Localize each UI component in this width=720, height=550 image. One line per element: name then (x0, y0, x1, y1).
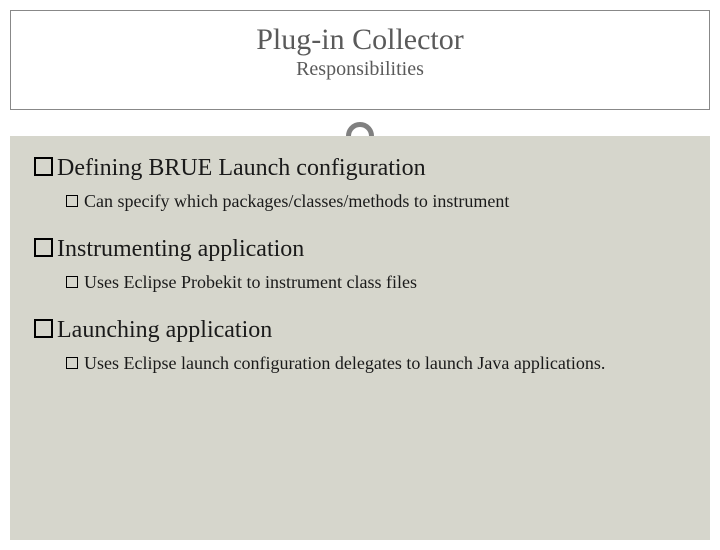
bullet-heading-text: Defining BRUE Launch configuration (57, 155, 426, 181)
bullet-sub-text: Uses Eclipse launch configuration delega… (84, 353, 605, 373)
slide-body: Defining BRUE Launch configuration Can s… (10, 136, 710, 540)
bullet-heading-text: Launching application (57, 317, 272, 343)
bullet-sub: Uses Eclipse launch configuration delega… (66, 351, 686, 375)
slide: Plug-in Collector Responsibilities Defin… (0, 10, 720, 550)
bullet-heading-text: Instrumenting application (57, 236, 304, 262)
bullet-sub-text: Uses Eclipse Probekit to instrument clas… (84, 272, 417, 292)
slide-title: Plug-in Collector (11, 23, 709, 56)
bullet-heading: Launching application (34, 316, 686, 345)
slide-subtitle: Responsibilities (11, 58, 709, 81)
bullet-heading: Defining BRUE Launch configuration (34, 154, 686, 183)
square-bullet-icon (34, 319, 53, 338)
square-bullet-icon (34, 157, 53, 176)
bullet-item: Defining BRUE Launch configuration Can s… (34, 154, 686, 213)
slide-header: Plug-in Collector Responsibilities (10, 10, 710, 110)
square-bullet-icon (34, 238, 53, 257)
bullet-item: Launching application Uses Eclipse launc… (34, 316, 686, 375)
square-bullet-icon (66, 357, 78, 369)
square-bullet-icon (66, 195, 78, 207)
square-bullet-icon (66, 276, 78, 288)
bullet-sub: Can specify which packages/classes/metho… (66, 189, 686, 213)
bullet-heading: Instrumenting application (34, 235, 686, 264)
bullet-item: Instrumenting application Uses Eclipse P… (34, 235, 686, 294)
bullet-sub-text: Can specify which packages/classes/metho… (84, 191, 509, 211)
bullet-sub: Uses Eclipse Probekit to instrument clas… (66, 270, 686, 294)
